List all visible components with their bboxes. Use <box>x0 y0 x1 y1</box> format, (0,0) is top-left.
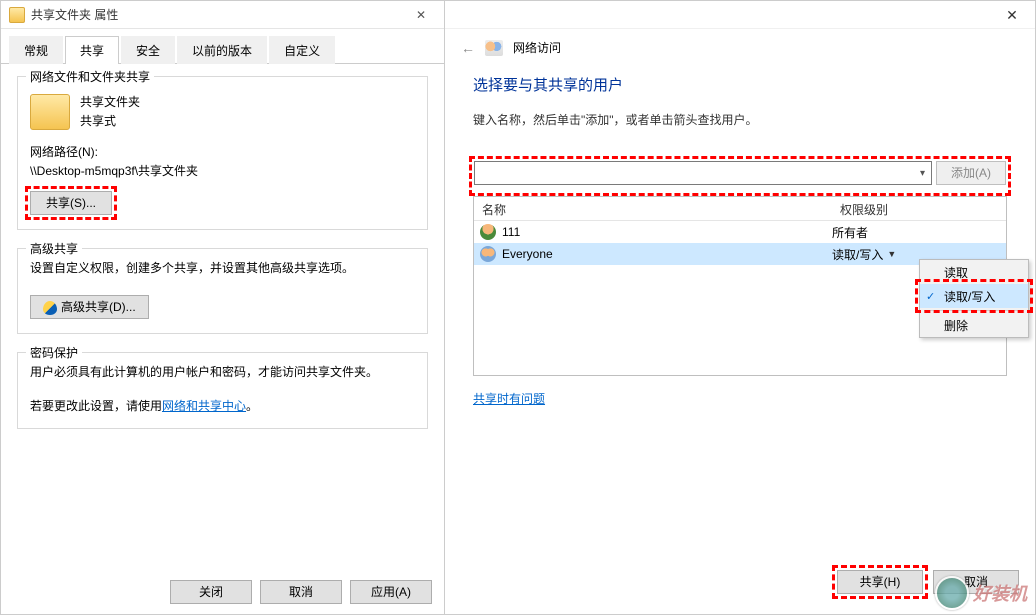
share-button[interactable]: 共享(S)... <box>30 191 112 215</box>
page-heading: 选择要与其共享的用户 <box>473 74 1007 95</box>
watermark-logo-icon <box>935 576 969 610</box>
user-name: Everyone <box>502 247 553 261</box>
watermark: 好装机 <box>935 576 1027 610</box>
advanced-sharing-group: 高级共享 设置自定义权限，创建多个共享，并设置其他高级共享选项。 高级共享(D)… <box>17 248 428 334</box>
chevron-down-icon[interactable]: ▼ <box>887 249 896 259</box>
tab-sharing[interactable]: 共享 <box>65 36 119 64</box>
users-icon <box>485 40 503 56</box>
back-arrow-icon[interactable]: ← <box>461 40 475 56</box>
shared-folder-state: 共享式 <box>80 112 140 131</box>
perm-readwrite-label: 读取/写入 <box>944 288 995 305</box>
network-path-label: 网络路径(N): <box>30 143 415 160</box>
perm-delete[interactable]: 删除 <box>920 313 1028 337</box>
breadcrumb-label: 网络访问 <box>513 39 561 56</box>
close-icon[interactable]: ✕ <box>989 1 1035 29</box>
group-title: 高级共享 <box>26 240 82 257</box>
chevron-down-icon: ▾ <box>920 168 925 179</box>
perm-read[interactable]: 读取 <box>920 260 1028 284</box>
table-row[interactable]: 111 所有者 <box>474 221 1006 243</box>
advanced-sharing-label: 高级共享(D)... <box>61 300 136 314</box>
close-button[interactable]: 关闭 <box>170 580 252 604</box>
tab-strip: 常规 共享 安全 以前的版本 自定义 <box>1 29 444 64</box>
watermark-text: 好装机 <box>973 580 1027 606</box>
perm-read-label: 读取 <box>944 264 968 281</box>
perm-read-write[interactable]: ✓ 读取/写入 <box>920 284 1028 308</box>
advanced-sharing-button[interactable]: 高级共享(D)... <box>30 295 149 319</box>
advanced-desc: 设置自定义权限，创建多个共享，并设置其他高级共享选项。 <box>30 259 415 277</box>
password-protect-group: 密码保护 用户必须具有此计算机的用户帐户和密码，才能访问共享文件夹。 若要更改此… <box>17 352 428 428</box>
password-line2: 若要更改此设置，请使用网络和共享中心。 <box>30 397 415 414</box>
sharing-trouble-link[interactable]: 共享时有问题 <box>473 390 545 407</box>
col-permission[interactable]: 权限级别 <box>832 197 1006 220</box>
separator <box>924 310 1024 311</box>
network-sharing-center-link[interactable]: 网络和共享中心 <box>162 399 246 413</box>
folder-icon <box>9 7 25 23</box>
apply-button[interactable]: 应用(A) <box>350 580 432 604</box>
user-name-dropdown[interactable]: ▾ <box>474 161 932 185</box>
col-name[interactable]: 名称 <box>474 197 832 220</box>
cancel-button[interactable]: 取消 <box>260 580 342 604</box>
window-title: 共享文件夹 属性 <box>31 6 406 23</box>
network-access-dialog: ✕ ← 网络访问 选择要与其共享的用户 键入名称，然后单击"添加"，或者单击箭头… <box>445 0 1036 615</box>
shared-folder-name: 共享文件夹 <box>80 93 140 112</box>
user-permission: 读取/写入 <box>832 246 883 263</box>
network-sharing-group: 网络文件和文件夹共享 共享文件夹 共享式 网络路径(N): \\Desktop-… <box>17 76 428 230</box>
tab-customize[interactable]: 自定义 <box>269 36 335 64</box>
group-title: 密码保护 <box>26 344 82 361</box>
user-permission: 所有者 <box>832 224 868 241</box>
group-icon <box>480 246 496 262</box>
folder-icon <box>30 94 70 130</box>
pwd-line2-prefix: 若要更改此设置，请使用 <box>30 399 162 413</box>
pwd-line2-suffix: 。 <box>246 399 258 413</box>
perm-delete-label: 删除 <box>944 317 968 334</box>
network-path-value: \\Desktop-m5mqp3f\共享文件夹 <box>30 162 415 179</box>
titlebar: 共享文件夹 属性 ✕ <box>1 1 444 29</box>
tab-general[interactable]: 常规 <box>9 36 63 64</box>
add-button[interactable]: 添加(A) <box>936 161 1006 185</box>
tab-previous-versions[interactable]: 以前的版本 <box>177 36 267 64</box>
close-icon[interactable]: ✕ <box>406 5 436 25</box>
properties-dialog: 共享文件夹 属性 ✕ 常规 共享 安全 以前的版本 自定义 网络文件和文件夹共享… <box>0 0 445 615</box>
group-title: 网络文件和文件夹共享 <box>26 68 154 85</box>
tab-security[interactable]: 安全 <box>121 36 175 64</box>
shield-icon <box>43 301 57 315</box>
user-icon <box>480 224 496 240</box>
share-button[interactable]: 共享(H) <box>837 570 923 594</box>
password-line1: 用户必须具有此计算机的用户帐户和密码，才能访问共享文件夹。 <box>30 363 415 382</box>
check-icon: ✓ <box>926 290 935 303</box>
titlebar: ✕ <box>445 1 1035 29</box>
user-name: 111 <box>502 225 520 239</box>
page-subheading: 键入名称，然后单击"添加"，或者单击箭头查找用户。 <box>473 111 1007 128</box>
permission-menu: 读取 ✓ 读取/写入 删除 <box>919 259 1029 338</box>
